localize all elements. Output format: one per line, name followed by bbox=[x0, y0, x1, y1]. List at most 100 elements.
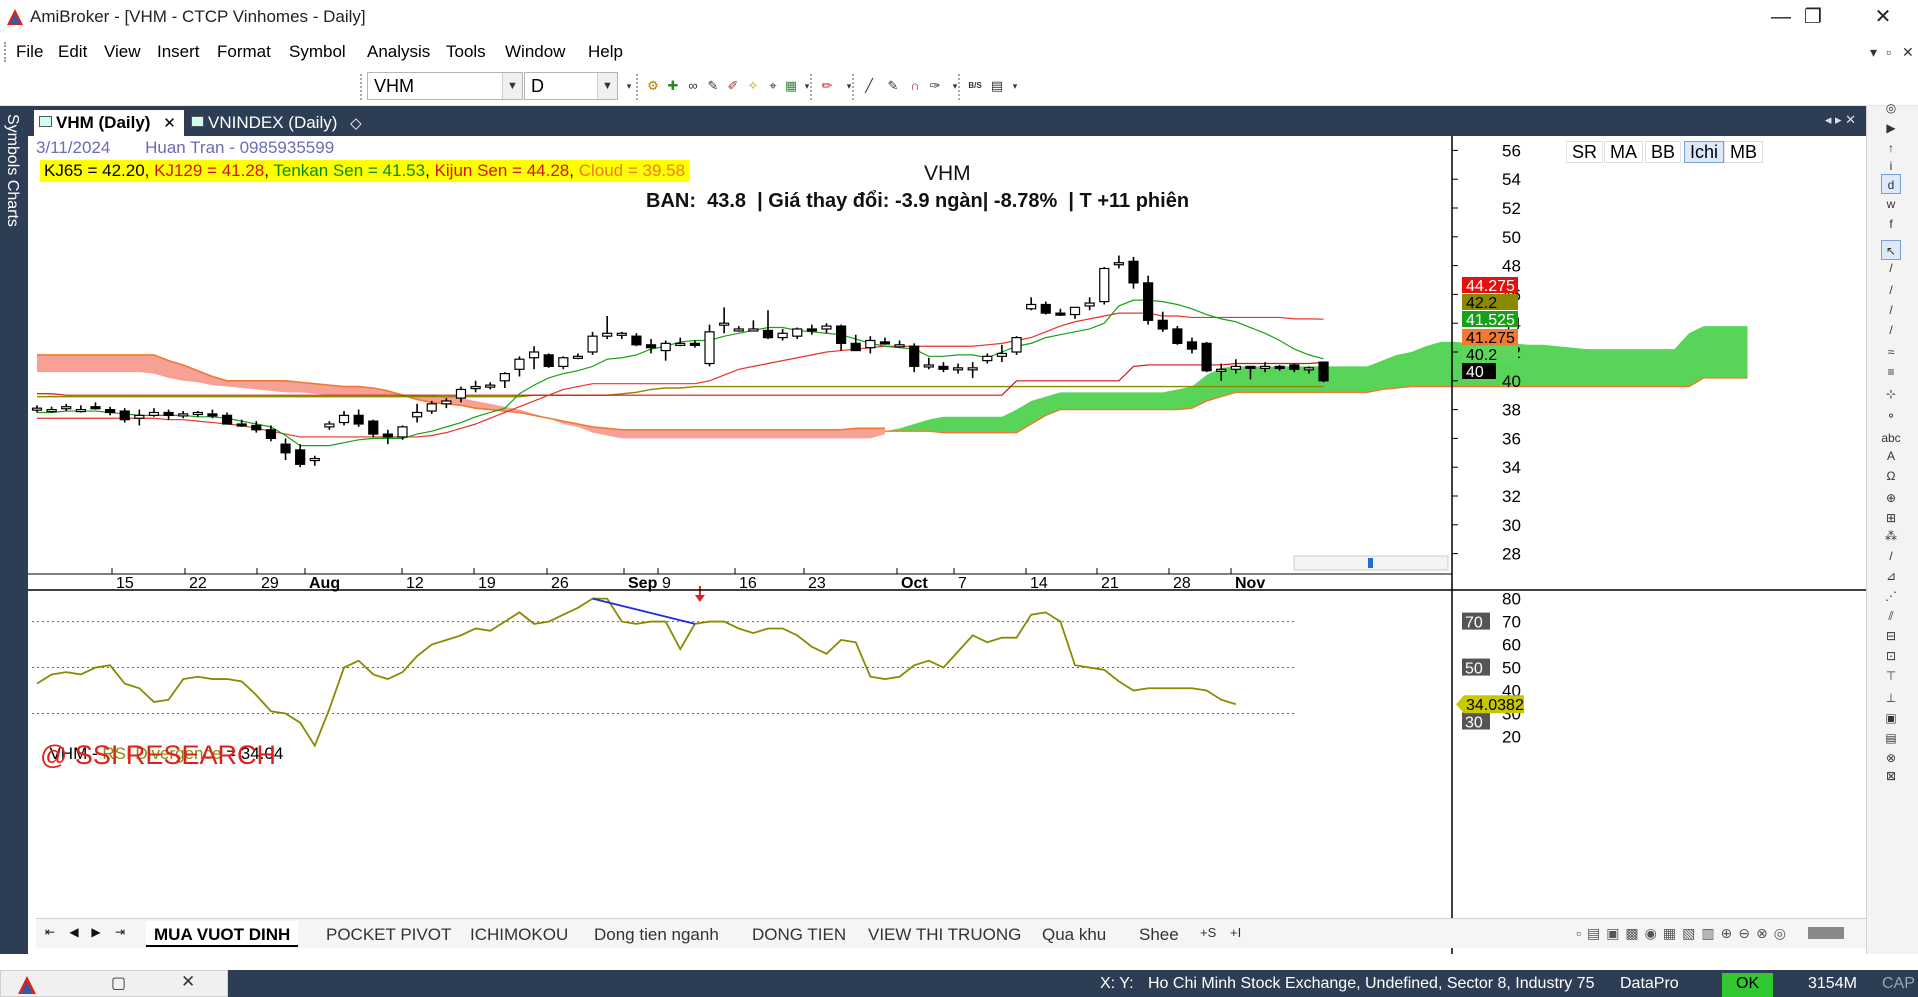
chart-scrollbar-thumb[interactable] bbox=[1368, 558, 1373, 568]
color-dropdown-icon[interactable]: ▾ bbox=[840, 77, 858, 95]
menu-edit[interactable]: Edit bbox=[58, 42, 87, 62]
drawing-tool-icon[interactable]: i bbox=[1881, 156, 1901, 176]
drawing-tool-icon[interactable]: A bbox=[1881, 446, 1901, 466]
menu-window[interactable]: Window bbox=[505, 42, 565, 62]
drawing-tool-icon[interactable]: ⁂ bbox=[1881, 526, 1901, 546]
mdi-restore-icon[interactable]: ▫ bbox=[1886, 44, 1891, 60]
sheet-tab-mua-vuot-dinh[interactable]: MUA VUOT DINH bbox=[146, 921, 299, 947]
indicator-sr-button[interactable]: SR bbox=[1566, 141, 1604, 163]
drawing-tool-icon[interactable]: ⚬ bbox=[1881, 406, 1901, 426]
side-panel-label[interactable]: Symbols Charts bbox=[3, 114, 21, 227]
menu-insert[interactable]: Insert bbox=[157, 42, 200, 62]
watchlist-add-icon[interactable]: ✚ bbox=[664, 77, 682, 95]
drawing-tool-icon[interactable]: ≈ bbox=[1881, 342, 1901, 362]
doc-tab-vnindex[interactable]: VNINDEX (Daily) ◇ bbox=[186, 110, 370, 136]
drawing-tool-icon[interactable]: ↖ bbox=[1881, 240, 1901, 260]
indicator-mb-button[interactable]: MB bbox=[1724, 141, 1763, 163]
mdi-close-icon[interactable]: ✕ bbox=[1902, 44, 1914, 61]
sheet-tab-view-thi-truong[interactable]: VIEW THI TRUONG bbox=[860, 921, 1029, 947]
drawing-tool-icon[interactable]: ⊥ bbox=[1881, 688, 1901, 708]
sheet-tab-pocket-pivot[interactable]: POCKET PIVOT bbox=[318, 921, 459, 947]
candle[interactable] bbox=[1011, 336, 1022, 355]
toolbar-overflow-icon[interactable]: ▾ bbox=[946, 77, 964, 95]
horizontal-scroll-thumb[interactable] bbox=[1808, 927, 1844, 939]
chart-window[interactable]: 283032343638404244464850525456152229Aug1… bbox=[26, 136, 1866, 954]
filter-icon[interactable]: ⌖ bbox=[764, 77, 782, 95]
sheet-toolbar-icons[interactable]: ▫▤▣▩◉▦▧▥⊕⊖⊗◎ bbox=[1576, 925, 1792, 942]
drawing-tool-icon[interactable]: ⊿ bbox=[1881, 566, 1901, 586]
chevron-down-icon[interactable]: ▼ bbox=[502, 73, 522, 99]
candle[interactable] bbox=[1318, 361, 1329, 383]
sheet-last-button[interactable]: ⇥ bbox=[110, 925, 130, 943]
drawing-tool-icon[interactable]: ▤ bbox=[1881, 728, 1901, 748]
drawing-tool-icon[interactable]: / bbox=[1881, 258, 1901, 278]
draw-tool-icon[interactable]: ✎ bbox=[704, 77, 722, 95]
line-tool-icon[interactable]: ╱ bbox=[860, 77, 878, 95]
drawing-tool-icon[interactable]: ▶ bbox=[1881, 118, 1901, 138]
drawing-tool-icon[interactable]: f bbox=[1881, 214, 1901, 234]
candle[interactable] bbox=[1099, 267, 1110, 305]
sheet-prev-button[interactable]: ◀ bbox=[64, 925, 84, 943]
drawing-tool-icon[interactable]: ⊡ bbox=[1881, 646, 1901, 666]
menu-help[interactable]: Help bbox=[588, 42, 623, 62]
drawing-tool-icon[interactable]: ⋰ bbox=[1881, 586, 1901, 606]
candle[interactable] bbox=[1172, 326, 1183, 345]
glasses-icon[interactable]: ∞ bbox=[684, 77, 702, 95]
indicator-bb-button[interactable]: BB bbox=[1645, 141, 1682, 163]
drawing-tool-icon[interactable]: ⊹ bbox=[1881, 384, 1901, 404]
drawing-tool-icon[interactable]: / bbox=[1881, 280, 1901, 300]
toolbar-grip[interactable] bbox=[360, 74, 362, 100]
doc-tab-vhm[interactable]: VHM (Daily) ✕ bbox=[34, 110, 184, 136]
menu-format[interactable]: Format bbox=[217, 42, 271, 62]
drawing-tool-icon[interactable]: ⫽ bbox=[1881, 606, 1901, 626]
sheet-first-button[interactable]: ⇤ bbox=[40, 925, 60, 943]
drawing-tool-icon[interactable]: ≡ bbox=[1881, 362, 1901, 382]
drawing-tool-icon[interactable]: Ω bbox=[1881, 466, 1901, 486]
candle[interactable] bbox=[368, 419, 379, 437]
toolbar-overflow-icon[interactable]: ▾ bbox=[1006, 77, 1024, 95]
candle[interactable] bbox=[1201, 341, 1212, 373]
pencil-icon[interactable]: ✎ bbox=[884, 77, 902, 95]
chart-canvas[interactable]: 283032343638404244464850525456152229Aug1… bbox=[28, 136, 1866, 954]
thumb-close-icon[interactable]: ✕ bbox=[181, 972, 195, 992]
side-panel-tabs[interactable]: Symbols Charts bbox=[0, 106, 26, 954]
sheet-tab-ichimokou[interactable]: ICHIMOKOU bbox=[462, 921, 576, 947]
symbol-combo[interactable]: VHM ▼ bbox=[367, 72, 523, 100]
sheet-tab-sheet[interactable]: Shee bbox=[1131, 921, 1181, 947]
menu-file[interactable]: File bbox=[16, 42, 43, 62]
wand-icon[interactable]: ✧ bbox=[744, 77, 762, 95]
edit-symbol-icon[interactable]: ✐ bbox=[724, 77, 742, 95]
thumb-restore-icon[interactable]: ▢ bbox=[111, 973, 126, 993]
candle[interactable] bbox=[543, 353, 554, 368]
indicator-ichi-button[interactable]: Ichi bbox=[1684, 141, 1725, 163]
drawing-tool-icon[interactable]: ⊞ bbox=[1881, 508, 1901, 528]
drawing-tool-icon[interactable]: ⊗ bbox=[1881, 748, 1901, 768]
close-button[interactable]: ✕ bbox=[1860, 2, 1906, 32]
candle[interactable] bbox=[1143, 275, 1154, 325]
chevron-down-icon[interactable]: ▼ bbox=[597, 73, 617, 99]
drawing-tool-icon[interactable]: ⊠ bbox=[1881, 766, 1901, 786]
indicator-ma-button[interactable]: MA bbox=[1604, 141, 1643, 163]
tab-scroll-arrows-icon[interactable]: ◂ ▸ ✕ bbox=[1825, 112, 1856, 128]
menu-view[interactable]: View bbox=[104, 42, 141, 62]
report-icon[interactable]: ▤ bbox=[988, 77, 1006, 95]
drawing-tool-icon[interactable]: abc bbox=[1881, 428, 1901, 448]
drawing-tool-icon[interactable]: ⊕ bbox=[1881, 488, 1901, 508]
menu-symbol[interactable]: Symbol bbox=[289, 42, 346, 62]
close-tab-icon[interactable]: ✕ bbox=[163, 115, 176, 132]
drawing-tool-icon[interactable]: ⊟ bbox=[1881, 626, 1901, 646]
drawing-tool-icon[interactable]: ⊤ bbox=[1881, 666, 1901, 686]
color-picker-icon[interactable]: ✏ bbox=[818, 77, 836, 95]
sheet-tab-dong-tien[interactable]: DONG TIEN bbox=[744, 921, 854, 947]
mdi-menu-icon[interactable]: ▾ bbox=[1870, 44, 1877, 61]
pin-tab-icon[interactable]: ◇ bbox=[350, 115, 362, 132]
toolbar-overflow-icon[interactable]: ▾ bbox=[798, 77, 816, 95]
add-sheet-button[interactable]: +S bbox=[1192, 921, 1224, 947]
drawing-tool-icon[interactable]: w bbox=[1881, 194, 1901, 214]
interval-combo[interactable]: D ▼ bbox=[524, 72, 618, 100]
magnet-icon[interactable]: ∩ bbox=[906, 77, 924, 95]
taskbar-thumb[interactable]: ▢ ✕ bbox=[0, 970, 228, 997]
buy-sell-icon[interactable]: B/S bbox=[966, 77, 984, 95]
menu-analysis[interactable]: Analysis bbox=[367, 42, 430, 62]
sheet-tab-dong-tien-nganh[interactable]: Dong tien nganh bbox=[586, 921, 727, 947]
